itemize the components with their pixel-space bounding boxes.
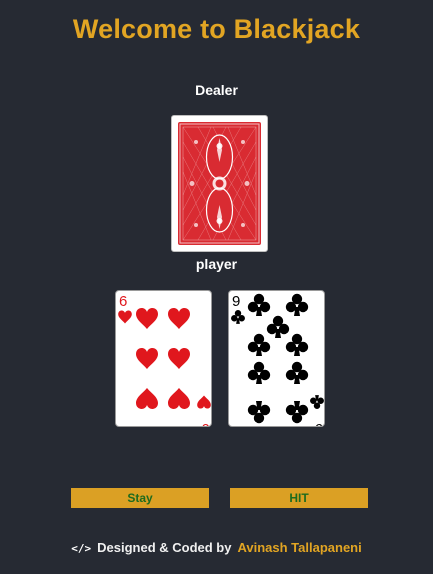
blackjack-page: Welcome to Blackjack Dealer player 6 9 S… xyxy=(0,0,433,574)
dealer-label: Dealer xyxy=(195,82,238,98)
page-title: Welcome to Blackjack xyxy=(72,14,361,44)
card-back-ornament-icon xyxy=(179,123,260,244)
card-rank-top: 9 xyxy=(232,293,240,310)
hit-button[interactable]: HIT xyxy=(230,488,368,508)
author-link[interactable]: Avinash Tallapaneni xyxy=(237,540,361,555)
footer-credit: </> Designed & Coded by Avinash Tallapanen… xyxy=(0,540,433,555)
hearts-icon: 6 6 xyxy=(118,293,211,427)
stay-button[interactable]: Stay xyxy=(71,488,209,508)
credit-text: Designed & Coded by xyxy=(97,540,232,555)
dealer-card-back xyxy=(171,115,268,252)
card-rank-bottom: 6 xyxy=(202,420,210,427)
code-icon: </> xyxy=(71,542,92,555)
player-card-6-hearts: 6 6 xyxy=(115,290,212,427)
clubs-icon: 9 9 xyxy=(231,293,324,427)
player-label: player xyxy=(195,256,238,272)
card-rank-bottom: 9 xyxy=(315,420,323,427)
player-card-9-clubs: 9 9 xyxy=(228,290,325,427)
card-back-pattern xyxy=(178,122,261,245)
card-rank-top: 6 xyxy=(119,293,127,310)
